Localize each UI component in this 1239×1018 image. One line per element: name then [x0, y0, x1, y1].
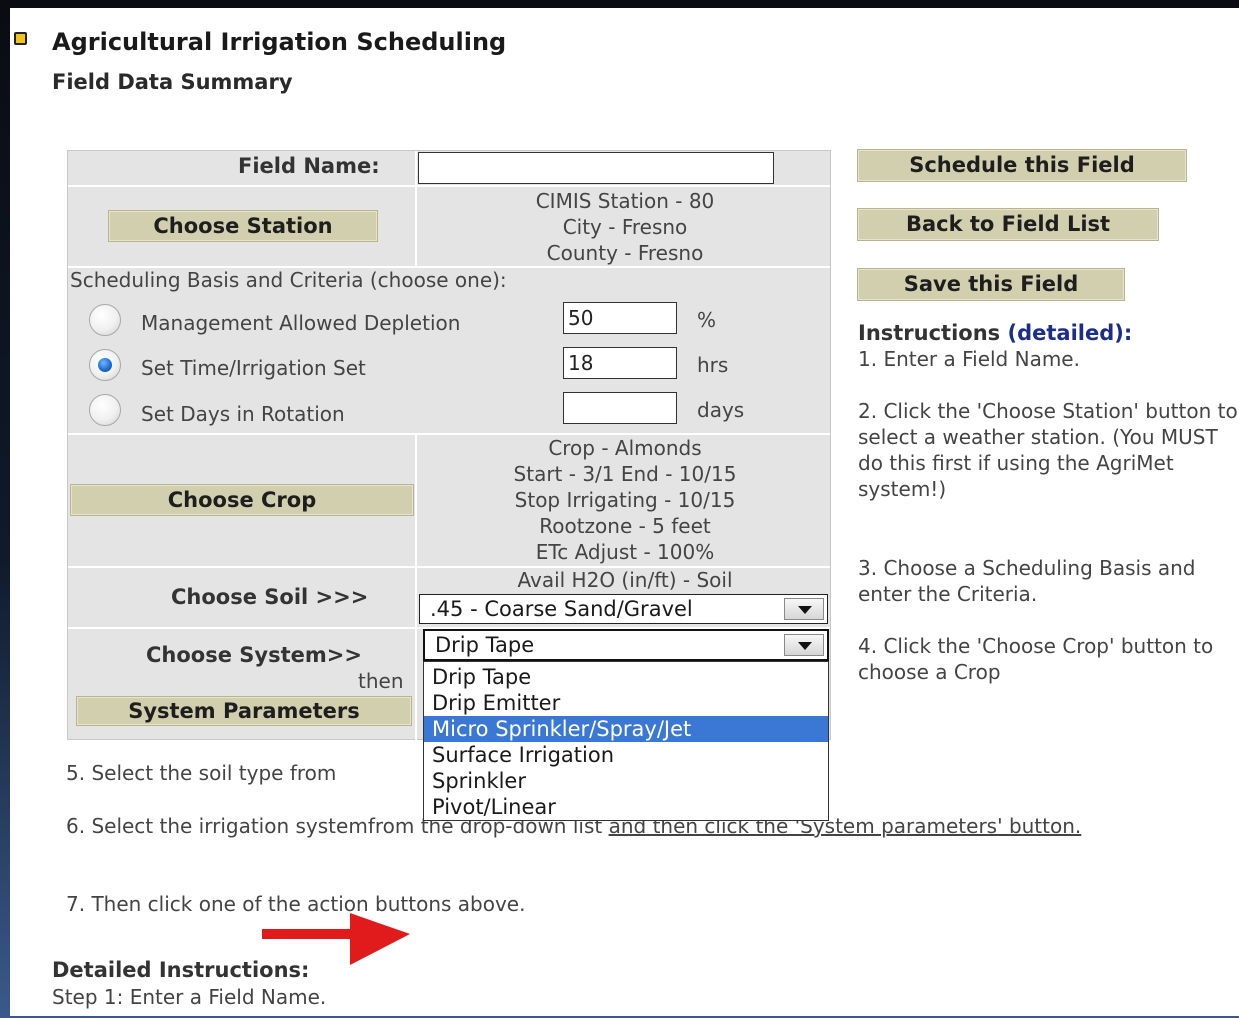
criteria-label-management: Management Allowed Depletion — [141, 311, 461, 335]
instructions-heading: Instructions (detailed): — [858, 321, 1132, 345]
system-option-highlighted[interactable]: Micro Sprinkler/Spray/Jet — [424, 716, 828, 742]
step-6-text: 6. Select the irrigation system — [66, 814, 368, 838]
criteria-label-set-time: Set Time/Irrigation Set — [141, 356, 366, 380]
instructions-title: Instructions — [858, 321, 1001, 345]
back-to-field-list-button[interactable]: Back to Field List — [857, 208, 1159, 241]
choose-crop-button[interactable]: Choose Crop — [70, 484, 414, 516]
radio-set-time[interactable] — [89, 349, 121, 381]
unit-days: days — [697, 398, 745, 422]
system-label: Choose System>> — [146, 643, 362, 667]
choose-station-button[interactable]: Choose Station — [108, 210, 378, 242]
schedule-field-button[interactable]: Schedule this Field — [857, 149, 1187, 182]
divider — [415, 151, 417, 266]
soil-select[interactable]: .45 - Coarse Sand/Gravel — [419, 594, 828, 624]
set-days-input[interactable] — [563, 392, 677, 424]
system-option[interactable]: Surface Irrigation — [424, 742, 828, 768]
station-line: City - Fresno — [562, 215, 688, 239]
crop-line: Crop - Almonds — [548, 436, 702, 460]
red-arrow-shaft — [262, 929, 352, 939]
instruction-step-3: 3. Choose a Scheduling Basis and enter t… — [858, 556, 1196, 606]
red-arrow-head — [350, 913, 410, 965]
system-select[interactable]: Drip Tape — [423, 629, 829, 661]
bullet-icon — [14, 32, 27, 45]
system-option[interactable]: Pivot/Linear — [424, 794, 828, 820]
bottom-step-5: 5. Select the soil type from — [66, 761, 337, 785]
management-depletion-input[interactable]: 50 — [563, 302, 677, 334]
then-label: then — [358, 669, 404, 693]
system-option[interactable]: Drip Emitter — [424, 690, 828, 716]
page: Agricultural Irrigation Scheduling Field… — [10, 8, 1239, 1016]
divider — [68, 185, 830, 187]
soil-selected-value: .45 - Coarse Sand/Gravel — [430, 597, 693, 621]
dropdown-arrow-icon[interactable] — [784, 634, 824, 656]
criteria-label: Scheduling Basis and Criteria (choose on… — [70, 268, 507, 292]
system-option[interactable]: Sprinkler — [424, 768, 828, 794]
radio-management-depletion[interactable] — [89, 304, 121, 336]
detailed-instructions-heading: Detailed Instructions: — [52, 958, 310, 982]
soil-caption: Avail H2O (in/ft) - Soil — [517, 568, 733, 592]
criteria-label-set-days: Set Days in Rotation — [141, 402, 345, 426]
field-name-label: Field Name: — [238, 154, 380, 178]
system-parameters-button[interactable]: System Parameters — [76, 696, 412, 726]
detailed-step-1: Step 1: Enter a Field Name. — [52, 985, 327, 1009]
save-field-button[interactable]: Save this Field — [857, 268, 1125, 301]
page-title: Agricultural Irrigation Scheduling — [52, 28, 507, 56]
crop-line: Rootzone - 5 feet — [539, 514, 711, 538]
unit-hours: hrs — [697, 353, 729, 377]
station-line: County - Fresno — [546, 241, 704, 265]
system-option[interactable]: Drip Tape — [424, 664, 828, 690]
unit-percent: % — [697, 308, 717, 332]
instruction-step-4: 4. Click the 'Choose Crop' button to cho… — [858, 634, 1214, 684]
crop-info: Crop - Almonds Start - 3/1 End - 10/15 S… — [420, 435, 830, 565]
dropdown-arrow-icon[interactable] — [784, 598, 824, 620]
instructions-detailed-link[interactable]: (detailed): — [1007, 321, 1132, 345]
set-time-input[interactable]: 18 — [563, 347, 677, 379]
station-line: CIMIS Station - 80 — [535, 189, 715, 213]
instruction-step-2: 2. Click the 'Choose Station' button to … — [858, 399, 1238, 501]
instruction-step-1: 1. Enter a Field Name. — [858, 347, 1080, 371]
radio-set-days[interactable] — [89, 394, 121, 426]
page-subtitle: Field Data Summary — [52, 70, 293, 94]
crop-line: Stop Irrigating - 10/15 — [514, 488, 736, 512]
system-dropdown-list[interactable]: Drip Tape Drip Emitter Micro Sprinkler/S… — [423, 661, 829, 821]
divider — [415, 433, 417, 740]
field-name-input[interactable] — [418, 152, 774, 184]
crop-line: Start - 3/1 End - 10/15 — [513, 462, 737, 486]
crop-line: ETc Adjust - 100% — [535, 540, 715, 564]
system-selected-value: Drip Tape — [435, 633, 535, 657]
soil-label: Choose Soil >>> — [171, 585, 369, 609]
station-info: CIMIS Station - 80 City - Fresno County … — [420, 188, 830, 266]
